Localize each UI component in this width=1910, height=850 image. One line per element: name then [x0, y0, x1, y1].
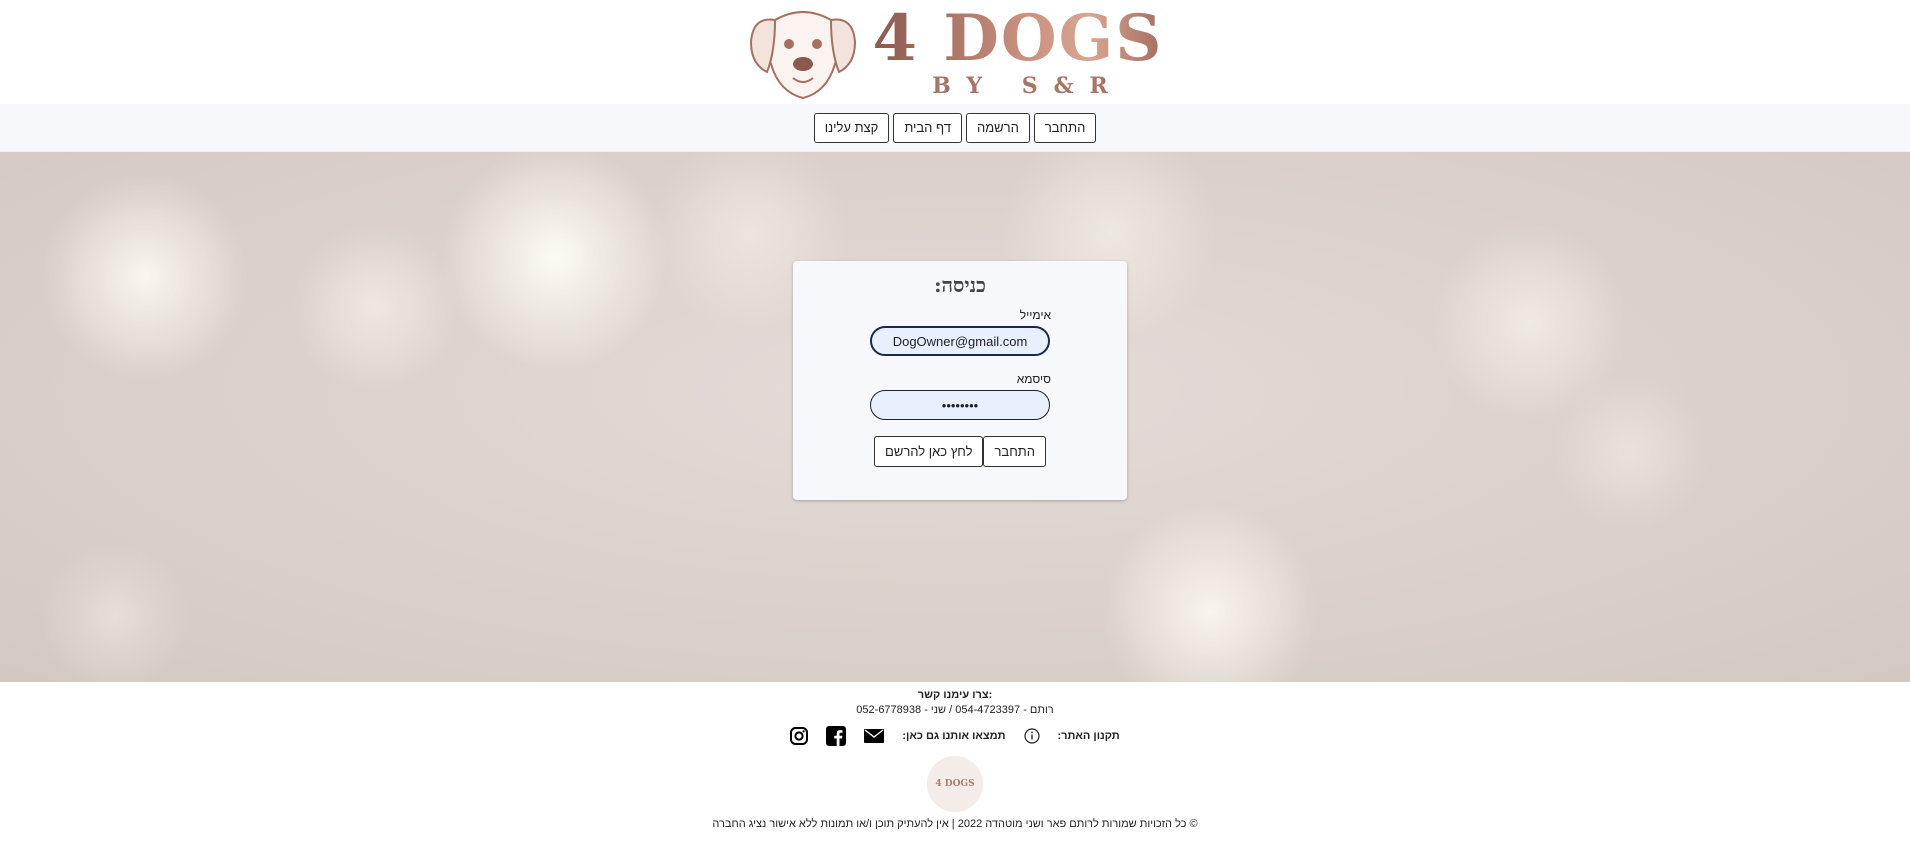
nav-register-button[interactable]: הרשמה: [965, 112, 1030, 143]
contact-title: צרו עימנו קשר:: [917, 689, 993, 701]
register-link-button[interactable]: לחץ כאן להרשם: [874, 436, 984, 467]
site-header: 4 DOGS BY S&R: [0, 0, 1910, 104]
email-label: אימייל: [1019, 308, 1051, 322]
rules-label: תקנון האתר:: [1057, 730, 1120, 742]
password-field[interactable]: [870, 390, 1050, 420]
login-submit-button[interactable]: התחבר: [983, 436, 1046, 467]
site-logo[interactable]: 4 DOGS BY S&R: [747, 2, 1164, 102]
site-footer: צרו עימנו קשר: רותם - 054-4723397 / שני …: [0, 682, 1910, 850]
nav-login-button[interactable]: התחבר: [1033, 112, 1097, 143]
login-actions: התחבר לחץ כאן להרשם: [793, 436, 1127, 467]
facebook-icon[interactable]: [826, 726, 847, 746]
main-nav: התחבר הרשמה דף הבית קצת עלינו: [0, 104, 1910, 152]
footer-logo-text: 4 DOGS: [935, 779, 975, 789]
dog-logo-icon: [747, 2, 859, 102]
footer-links-row: תקנון האתר: תמצאו אותנו גם כאן:: [0, 726, 1910, 746]
email-field[interactable]: [870, 326, 1050, 356]
logo-tagline: BY S&R: [932, 73, 1124, 99]
hero-background: כניסה: אימייל סיסמא התחבר לחץ כאן להרשם: [0, 152, 1910, 682]
login-title: כניסה:: [934, 273, 986, 297]
instagram-icon[interactable]: [790, 727, 809, 745]
password-label: סיסמא: [1016, 372, 1051, 386]
info-icon[interactable]: [1023, 728, 1040, 744]
logo-wordmark: 4 DOGS: [872, 1, 1164, 76]
mail-icon[interactable]: [864, 728, 885, 744]
contact-phones: רותם - 054-4723397 / שני - 052-6778938: [856, 704, 1054, 716]
social-label: תמצאו אותנו גם כאן:: [902, 730, 1006, 742]
footer-logo: 4 DOGS: [927, 756, 983, 812]
nav-about-button[interactable]: קצת עלינו: [813, 112, 890, 143]
login-card: כניסה: אימייל סיסמא התחבר לחץ כאן להרשם: [793, 261, 1127, 500]
copyright-text: © כל הזכויות שמורות לרותם פאר ושני מוטהד…: [712, 818, 1198, 830]
nav-home-button[interactable]: דף הבית: [893, 112, 962, 143]
